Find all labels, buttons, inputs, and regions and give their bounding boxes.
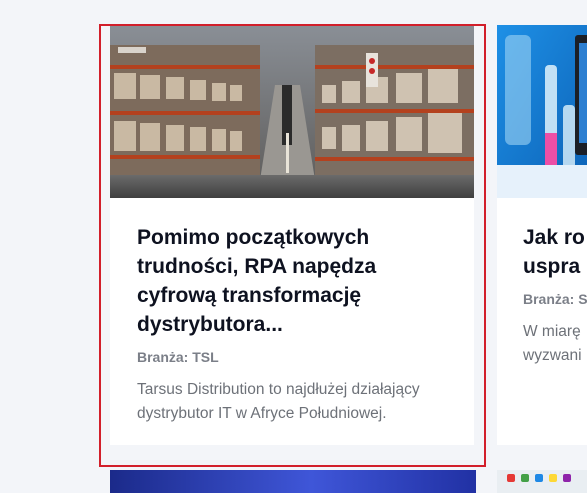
industry-meta: Branża: TSL	[137, 349, 219, 365]
article-title[interactable]: Pomimo początkowych trudności, RPA napęd…	[137, 223, 457, 339]
industry-label: Branża: S	[523, 291, 587, 307]
decorative-icon	[535, 474, 543, 482]
laboratory-image[interactable]	[497, 25, 587, 198]
warehouse-image[interactable]	[110, 25, 474, 198]
decorative-icon	[549, 474, 557, 482]
decorative-icon	[507, 474, 515, 482]
decorative-icon	[563, 474, 571, 482]
next-card-image-side[interactable]	[497, 470, 587, 493]
article-excerpt: W miarę wyzwani	[523, 323, 582, 364]
next-card-image[interactable]	[110, 470, 476, 493]
article-title[interactable]: Jak ro uspra	[523, 223, 587, 281]
industry-value: TSL	[192, 349, 219, 365]
decorative-icon	[521, 474, 529, 482]
industry-label: Branża:	[137, 349, 189, 365]
article-excerpt: Tarsus Distribution to najdłużej działaj…	[137, 381, 420, 422]
article-card-next[interactable]: Jak ro uspra Branża: S W miarę wyzwani	[497, 25, 587, 445]
article-card[interactable]: Pomimo początkowych trudności, RPA napęd…	[110, 25, 474, 445]
